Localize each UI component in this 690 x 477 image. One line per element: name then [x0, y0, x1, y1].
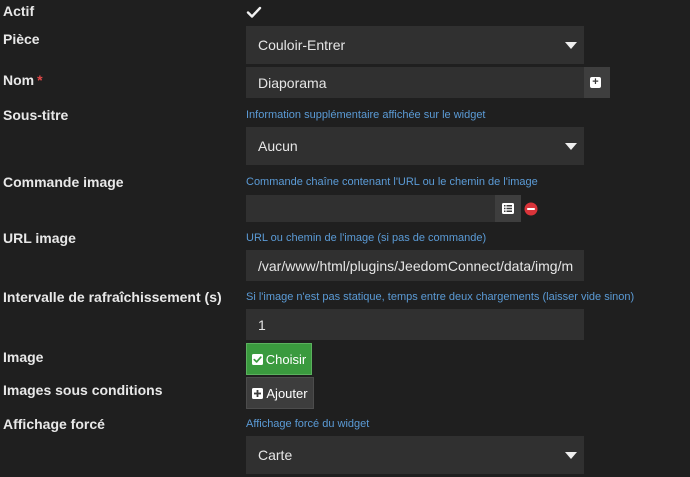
sous-titre-label: Sous-titre	[3, 107, 69, 123]
commande-image-select-button[interactable]	[495, 195, 521, 222]
check-square-icon	[251, 353, 263, 365]
sous-titre-select[interactable]: Aucun	[246, 127, 584, 165]
check-icon	[246, 6, 262, 18]
actif-label: Actif	[3, 3, 35, 19]
nom-label: Nom *	[3, 72, 43, 88]
url-image-label: URL image	[3, 230, 76, 246]
required-mark: *	[37, 72, 43, 88]
intervalle-input[interactable]: 1	[246, 309, 584, 340]
nom-label-text: Nom	[3, 72, 35, 88]
affichage-force-value: Carte	[258, 447, 293, 463]
images-sous-conditions-label: Images sous conditions	[3, 382, 163, 398]
commande-image-input[interactable]	[246, 195, 495, 222]
nom-input[interactable]: Diaporama	[246, 67, 584, 98]
choisir-label: Choisir	[265, 351, 307, 367]
caret-down-icon	[565, 452, 577, 459]
piece-select[interactable]: Couloir-Entrer	[246, 26, 584, 64]
url-image-value: /var/www/html/plugins/JeedomConnect/data…	[258, 257, 574, 274]
minus-circle-icon	[524, 202, 538, 216]
affichage-force-label: Affichage forcé	[3, 416, 105, 432]
choisir-button[interactable]: Choisir	[246, 343, 312, 375]
commande-image-label: Commande image	[3, 174, 124, 190]
intervalle-label: Intervalle de rafraîchissement (s)	[3, 289, 222, 305]
commande-image-remove-button[interactable]	[524, 202, 538, 216]
sous-titre-value: Aucun	[258, 138, 298, 154]
affichage-force-help: Affichage forcé du widget	[246, 418, 370, 430]
sous-titre-help: Information supplémentaire affichée sur …	[246, 109, 486, 121]
ajouter-button[interactable]: Ajouter	[246, 377, 314, 409]
intervalle-value: 1	[258, 316, 266, 333]
actif-checkbox[interactable]	[246, 4, 262, 20]
intervalle-help: Si l'image n'est pas statique, temps ent…	[246, 291, 635, 303]
nom-value: Diaporama	[258, 74, 327, 91]
plus-square-icon: +	[590, 77, 601, 88]
list-icon	[502, 203, 514, 214]
commande-image-help: Commande chaîne contenant l'URL ou le ch…	[246, 176, 538, 188]
affichage-force-select[interactable]: Carte	[246, 436, 584, 474]
piece-label: Pièce	[3, 31, 40, 47]
nom-add-button[interactable]: +	[584, 67, 610, 98]
caret-down-icon	[565, 42, 577, 49]
caret-down-icon	[565, 143, 577, 150]
piece-value: Couloir-Entrer	[258, 37, 346, 53]
url-image-input[interactable]: /var/www/html/plugins/JeedomConnect/data…	[246, 250, 584, 281]
plus-square-icon	[252, 387, 264, 399]
url-image-help: URL ou chemin de l'image (si pas de comm…	[246, 232, 487, 244]
ajouter-label: Ajouter	[266, 385, 308, 401]
image-label: Image	[3, 349, 44, 365]
